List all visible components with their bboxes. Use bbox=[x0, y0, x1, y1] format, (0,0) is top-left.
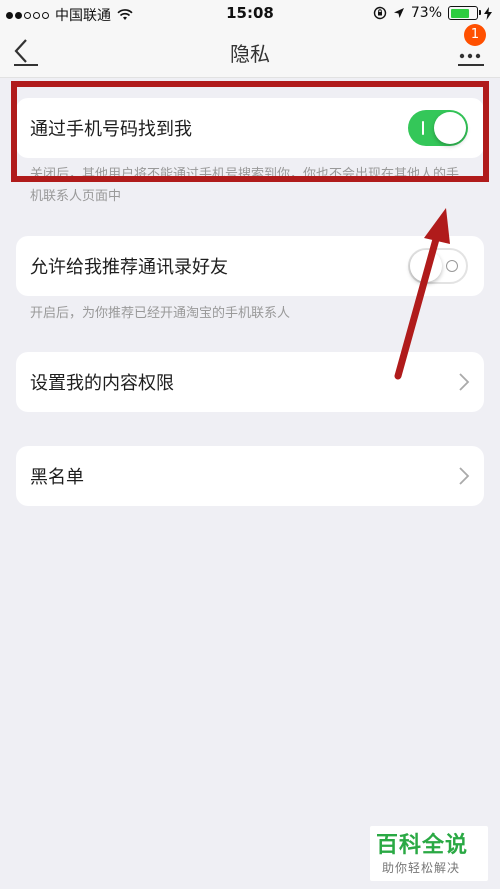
setting-recommend-contacts-label: 允许给我推荐通讯录好友 bbox=[30, 257, 228, 278]
location-arrow-icon bbox=[393, 8, 404, 18]
navigation-bar: 隐私 1 bbox=[0, 24, 500, 78]
setting-blacklist-label: 黑名单 bbox=[30, 467, 84, 488]
setting-content-permissions-label: 设置我的内容权限 bbox=[30, 373, 174, 394]
status-bar: 中国联通 15:08 73% bbox=[0, 0, 500, 28]
toggle-off-mark-icon bbox=[446, 260, 458, 272]
setting-find-by-phone: 通过手机号码找到我 bbox=[16, 98, 484, 158]
notification-badge: 1 bbox=[464, 24, 486, 46]
battery-icon bbox=[448, 6, 481, 20]
recommend-contacts-toggle[interactable] bbox=[408, 248, 468, 284]
recommend-contacts-hint: 开启后，为你推荐已经开通淘宝的手机联系人 bbox=[30, 306, 291, 321]
find-by-phone-toggle[interactable] bbox=[408, 110, 468, 146]
chevron-right-icon bbox=[459, 373, 470, 391]
watermark-title: 百科全说 bbox=[376, 833, 469, 858]
toggle-knob bbox=[434, 112, 466, 144]
setting-content-permissions[interactable]: 设置我的内容权限 bbox=[16, 352, 484, 412]
toggle-on-mark-icon bbox=[422, 121, 424, 135]
setting-recommend-contacts: 允许给我推荐通讯录好友 bbox=[16, 236, 484, 296]
setting-find-by-phone-label: 通过手机号码找到我 bbox=[30, 119, 192, 140]
battery-percent: 73% bbox=[410, 5, 442, 21]
page-title: 隐私 bbox=[230, 42, 270, 66]
watermark-logo: 百科全说 助你轻松解决 bbox=[370, 826, 488, 881]
charging-icon bbox=[484, 6, 492, 20]
setting-blacklist[interactable]: 黑名单 bbox=[16, 446, 484, 506]
chevron-right-icon bbox=[459, 467, 470, 485]
status-right: 73% bbox=[373, 5, 492, 21]
watermark-subtitle: 助你轻松解决 bbox=[382, 861, 461, 875]
toggle-knob bbox=[410, 250, 442, 282]
rotation-lock-icon bbox=[373, 6, 387, 20]
find-by-phone-hint: 关闭后，其他用户将不能通过手机号搜索到你，你也不会出现在其他人的手机联系人页面中 bbox=[30, 167, 460, 204]
